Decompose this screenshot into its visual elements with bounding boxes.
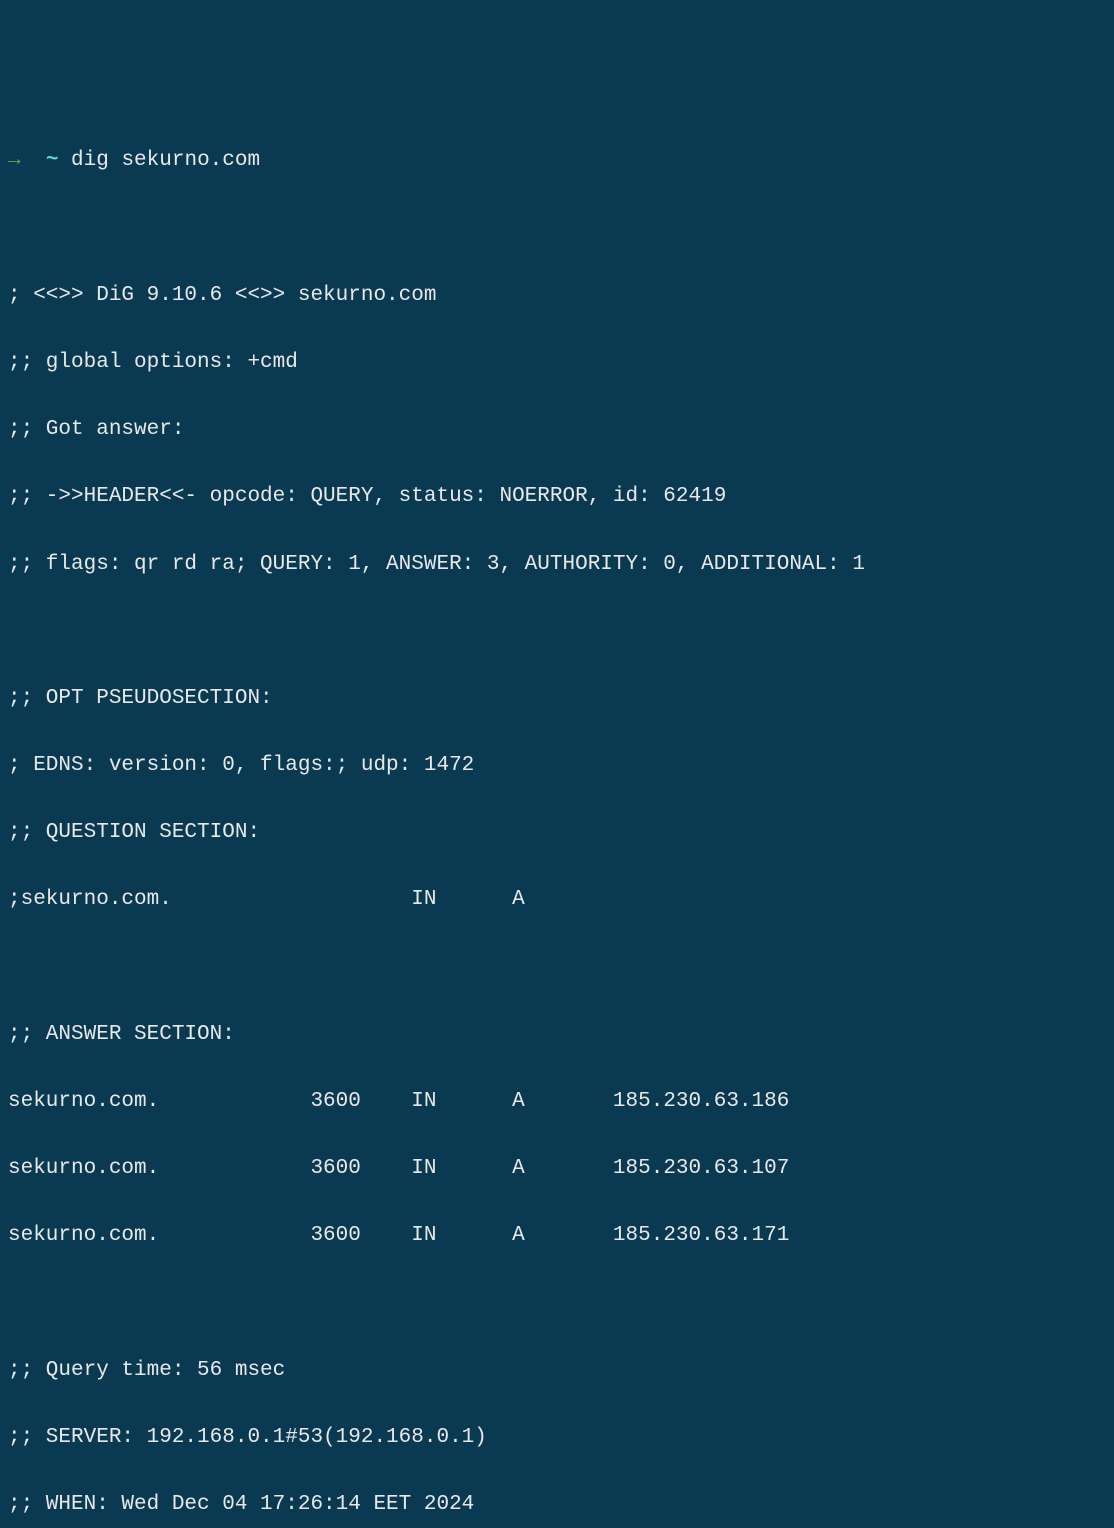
question-line: ;sekurno.com. IN A [8,883,1106,917]
when-line: ;; WHEN: Wed Dec 04 17:26:14 EET 2024 [8,1488,1106,1522]
opt-pseudosection: ;; OPT PSEUDOSECTION: [8,682,1106,716]
blank-line [8,615,1106,649]
query-time: ;; Query time: 56 msec [8,1354,1106,1388]
answer-record: sekurno.com. 3600 IN A 185.230.63.171 [8,1219,1106,1253]
question-section-header: ;; QUESTION SECTION: [8,816,1106,850]
prompt-tilde: ~ [46,149,59,172]
dig-banner: ; <<>> DiG 9.10.6 <<>> sekurno.com [8,279,1106,313]
edns-line: ; EDNS: version: 0, flags:; udp: 1472 [8,749,1106,783]
answer-section-header: ;; ANSWER SECTION: [8,1018,1106,1052]
answer-record: sekurno.com. 3600 IN A 185.230.63.107 [8,1152,1106,1186]
prompt-arrow: → [8,149,21,172]
header-line: ;; ->>HEADER<<- opcode: QUERY, status: N… [8,480,1106,514]
blank-line [8,951,1106,985]
blank-line [8,1287,1106,1321]
server-line: ;; SERVER: 192.168.0.1#53(192.168.0.1) [8,1421,1106,1455]
got-answer: ;; Got answer: [8,413,1106,447]
blank-line [8,212,1106,246]
command-text: dig sekurno.com [71,149,260,172]
flags-line: ;; flags: qr rd ra; QUERY: 1, ANSWER: 3,… [8,548,1106,582]
prompt-line: → ~ dig sekurno.com [8,144,1106,178]
global-options: ;; global options: +cmd [8,346,1106,380]
answer-record: sekurno.com. 3600 IN A 185.230.63.186 [8,1085,1106,1119]
